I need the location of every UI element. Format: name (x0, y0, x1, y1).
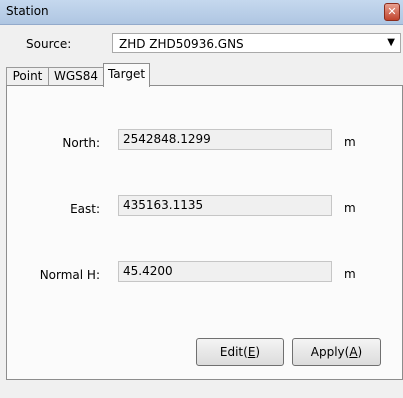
tab-label: WGS84 (53, 69, 99, 83)
station-dialog: Station ✕ Source: ZHD ZHD50936.GNS ▼ Poi… (0, 0, 403, 398)
tab-label: Point (12, 69, 43, 83)
window-title: Station (6, 4, 49, 18)
north-label: North: (62, 136, 100, 150)
source-label: Source: (26, 37, 72, 51)
tab-label: Target (107, 67, 146, 81)
east-label: East: (70, 202, 100, 216)
close-icon[interactable]: ✕ (384, 3, 400, 21)
tab-target[interactable]: Target (103, 63, 150, 87)
north-field[interactable]: 2542848.1299 (118, 129, 332, 150)
title-bar[interactable]: Station ✕ (0, 0, 403, 25)
edit-button[interactable]: Edit(E) (196, 338, 284, 366)
apply-button[interactable]: Apply(A) (292, 338, 381, 366)
apply-button-mnemonic: A (349, 345, 358, 359)
tab-point[interactable]: Point (6, 67, 49, 85)
normal-h-label: Normal H: (39, 268, 100, 282)
east-field[interactable]: 435163.1135 (118, 195, 332, 216)
normal-h-field[interactable]: 45.4200 (118, 261, 332, 282)
apply-button-text: Apply( (310, 345, 350, 359)
east-unit: m (344, 201, 356, 215)
apply-button-suffix: ) (357, 345, 363, 359)
edit-button-text: Edit( (219, 345, 248, 359)
source-select-value: ZHD ZHD50936.GNS (119, 37, 244, 51)
north-unit: m (344, 135, 356, 149)
tab-wgs84[interactable]: WGS84 (48, 67, 104, 85)
normal-h-unit: m (344, 267, 356, 281)
source-select[interactable]: ZHD ZHD50936.GNS ▼ (112, 33, 401, 53)
chevron-down-icon[interactable]: ▼ (387, 37, 395, 48)
edit-button-suffix: ) (255, 345, 261, 359)
